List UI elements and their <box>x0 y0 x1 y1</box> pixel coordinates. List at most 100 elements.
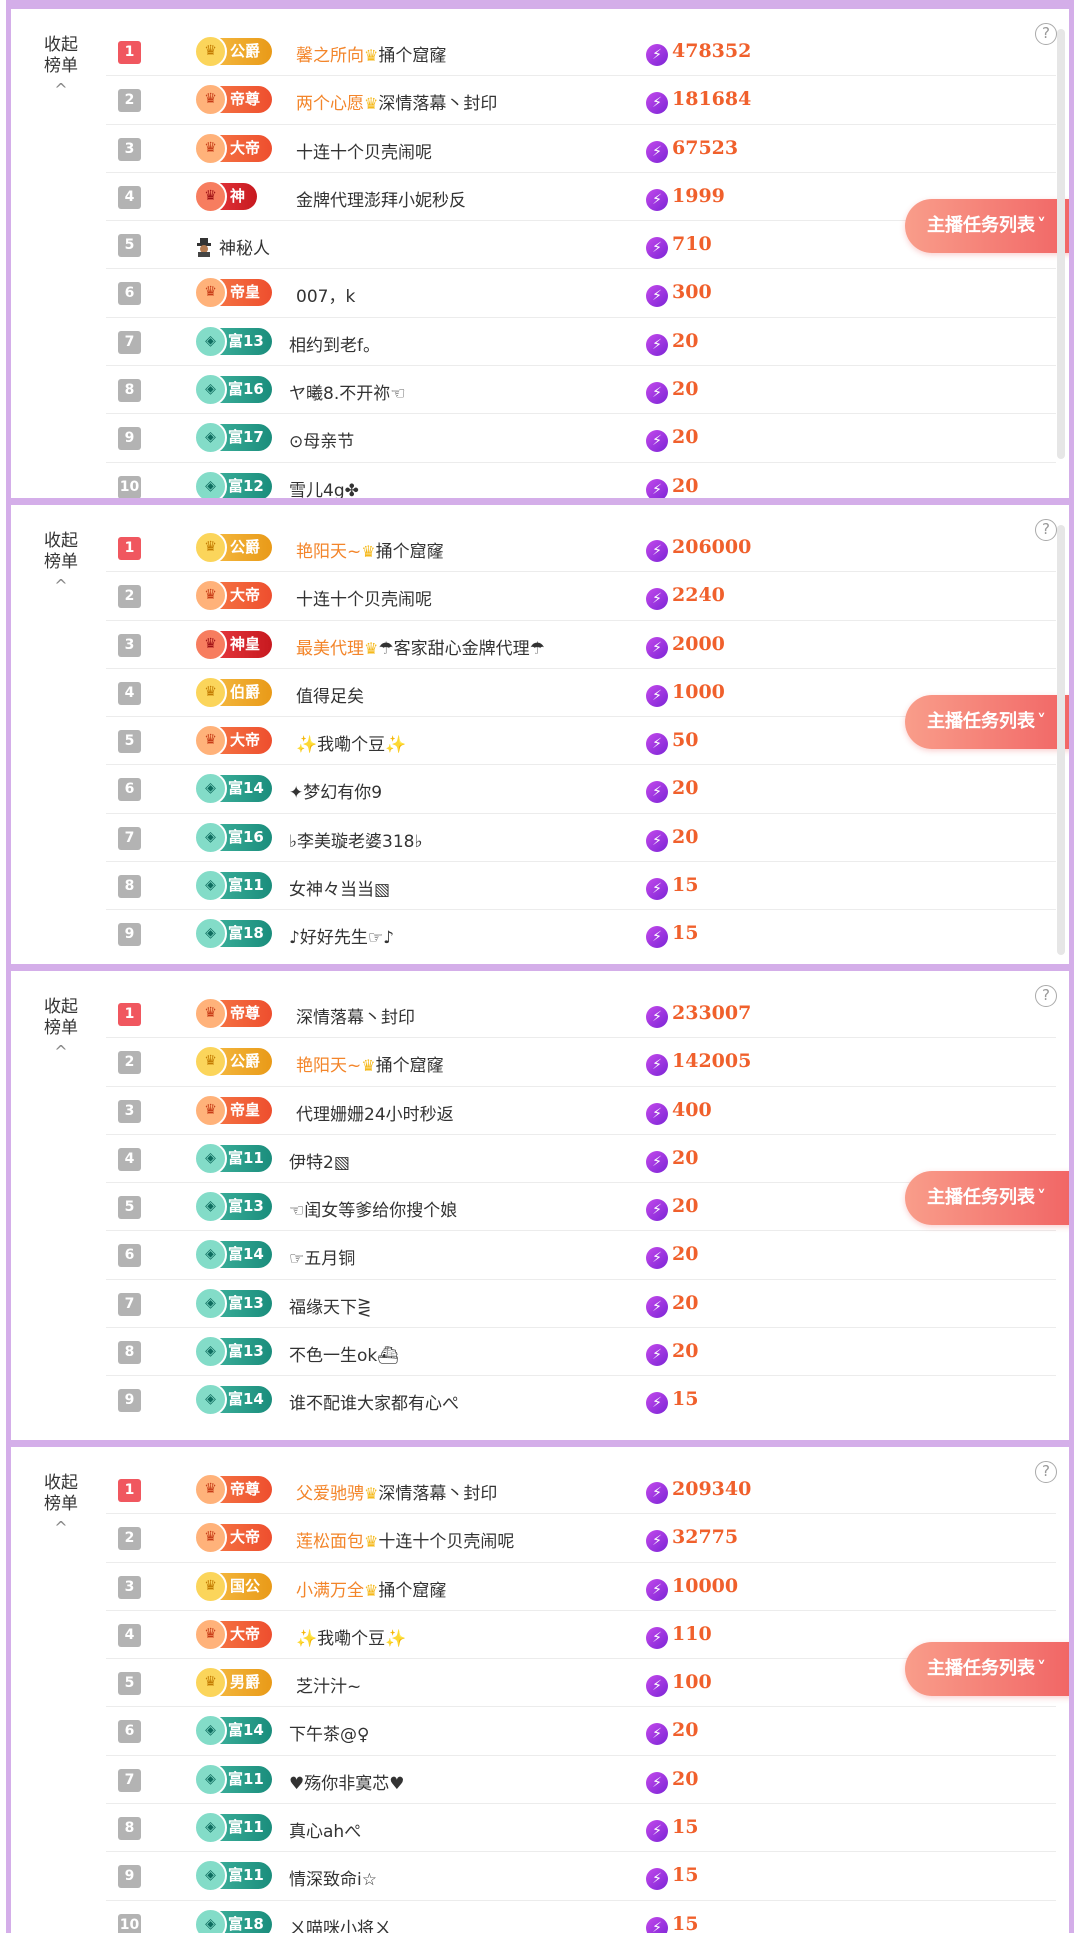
lightning-icon: ⚡ <box>646 188 668 211</box>
streamer-task-list-button[interactable]: 主播任务列表 ˅ <box>905 1171 1069 1225</box>
user-name-text: 十连十个贝壳闹呢 <box>296 590 432 611</box>
ranking-row[interactable]: 8 ◈ 富11 真心ahぺ ⚡ 15 <box>106 1804 1056 1853</box>
level-badge: ◈ 富11 <box>194 1859 272 1893</box>
badge-label: 富16 <box>228 380 264 399</box>
contribution-score: ⚡ 20 <box>646 1243 698 1270</box>
ranking-row[interactable]: 9 ◈ 富11 情深致命i☆ ⚡ 15 <box>106 1852 1056 1901</box>
collapse-leaderboard-button[interactable]: 收起 榜单 ^ <box>36 1473 86 1538</box>
ranking-row[interactable]: 2 ♛ 公爵 艳阳天~♛捅个窟窿 ⚡ 142005 <box>106 1038 1056 1087</box>
user-name-text: 福缘天下⋛ <box>289 1297 372 1318</box>
user-name: 谁不配谁大家都有心ぺ <box>289 1389 459 1414</box>
ranking-row[interactable]: 8 ◈ 富13 不色一生ok⛴ ⚡ 20 <box>106 1328 1056 1377</box>
lightning-icon: ⚡ <box>646 430 668 453</box>
wealth-medal-icon: ◈ <box>194 820 227 854</box>
ranking-row[interactable]: 9 ◈ 富14 谁不配谁大家都有心ぺ ⚡ 15 <box>106 1376 1056 1424</box>
contribution-score: ⚡ 110 <box>646 1623 712 1649</box>
ranking-row[interactable]: 6 ♛ 帝皇 007，k ⚡ 300 <box>106 269 1056 318</box>
scrollbar[interactable] <box>1057 525 1065 955</box>
level-badge: ♛ 帝尊 <box>194 1473 273 1506</box>
user-name: ヤ曦8.不开祢☜ <box>289 379 405 404</box>
ranking-row[interactable]: 1 ♛ 公爵 艳阳天~♛捅个窟窿 ⚡ 206000 <box>106 524 1056 573</box>
lightning-icon: ⚡ <box>646 478 668 500</box>
ranking-row[interactable]: 1 ♛ 帝尊 深情落幕丶封印 ⚡ 233007 <box>106 990 1056 1039</box>
lightning-icon: ⚡ <box>646 733 668 756</box>
ranking-row[interactable]: 2 ♛ 帝尊 两个心愿♛深情落幕丶封印 ⚡ 181684 <box>106 76 1056 125</box>
noble-medal-icon: ♛ <box>194 1045 227 1079</box>
ranking-row[interactable]: 3 ♛ 国公 小满万全♛捅个窟窿 ⚡ 10000 <box>106 1563 1056 1611</box>
wealth-medal-icon: ◈ <box>194 1383 227 1417</box>
user-name: 最美代理♛☂客家甜心金牌代理☂ <box>296 634 545 659</box>
rank-number: 6 <box>118 778 141 802</box>
badge-label: 富11 <box>228 1818 264 1837</box>
streamer-task-list-button[interactable]: 主播任务列表 ˅ <box>905 695 1069 749</box>
contribution-score: ⚡ 15 <box>646 1864 698 1891</box>
level-badge: ♛ 国公 <box>194 1569 273 1603</box>
user-name-text: 深情落幕丶封印 <box>378 94 498 115</box>
user-name-text: ☞五月铜 <box>289 1249 356 1270</box>
level-badge: ♛ 公爵 <box>194 1045 273 1079</box>
badge-label: 伯爵 <box>230 682 261 701</box>
ranking-row[interactable]: 7 ◈ 富13 相约到老f。 ⚡ 20 <box>106 318 1056 367</box>
collapse-leaderboard-button[interactable]: 收起 榜单 ^ <box>36 35 86 100</box>
contribution-score: ⚡ 142005 <box>646 1050 751 1077</box>
user-name-text: ✨我嘞个豆✨ <box>296 1628 407 1649</box>
contribution-score: ⚡ 100 <box>646 1671 712 1698</box>
ranking-row[interactable]: 8 ◈ 富11 女神々当当▧ ⚡ 15 <box>106 862 1056 911</box>
collapse-leaderboard-button[interactable]: 收起 榜单 ^ <box>36 997 86 1062</box>
user-name: 下午茶@♀ <box>289 1720 369 1745</box>
collapse-label: 榜单 <box>44 552 78 572</box>
score-value: 32775 <box>672 1526 739 1549</box>
wealth-medal-icon: ◈ <box>194 469 227 500</box>
ranking-row[interactable]: 2 ♛ 大帝 十连十个贝壳闹呢 ⚡ 2240 <box>106 572 1056 621</box>
collapse-leaderboard-button[interactable]: 收起 榜单 ^ <box>36 531 86 596</box>
level-badge: ♛ 大帝 <box>194 1521 273 1555</box>
ranking-row[interactable]: 7 ◈ 富16 ♭李美璇老婆318♭ ⚡ 20 <box>106 814 1056 863</box>
ranking-row[interactable]: 9 ◈ 富17 ⊙母亲节 ⚡ 20 <box>106 414 1056 463</box>
level-badge: ◈ 富11 <box>194 1141 272 1175</box>
user-name-text: 不色一生ok⛴ <box>289 1346 399 1367</box>
streamer-task-list-button[interactable]: 主播任务列表 ˅ <box>905 1642 1069 1696</box>
user-name: 馨之所向♛捅个窟窿 <box>296 41 446 66</box>
ranking-row[interactable]: 8 ◈ 富16 ヤ曦8.不开祢☜ ⚡ 20 <box>106 366 1056 415</box>
rank-number: 9 <box>118 427 141 451</box>
user-name: 父爱驰骋♛深情落幕丶封印 <box>296 1479 497 1504</box>
ranking-row[interactable]: 1 ♛ 帝尊 父爱驰骋♛深情落幕丶封印 ⚡ 209340 <box>106 1466 1056 1515</box>
scrollbar[interactable] <box>1057 29 1065 459</box>
wealth-medal-icon: ◈ <box>194 1859 227 1893</box>
ranking-row[interactable]: 6 ◈ 富14 ✦梦幻有你9 ⚡ 20 <box>106 765 1056 814</box>
ranking-row[interactable]: 2 ♛ 大帝 莲松面包♛十连十个贝壳闹呢 ⚡ 32775 <box>106 1514 1056 1563</box>
score-value: 50 <box>672 729 699 752</box>
ranking-row[interactable]: 7 ◈ 富11 ♥殇你非寞芯♥ ⚡ 20 <box>106 1756 1056 1805</box>
level-badge: ◈ 富13 <box>194 1335 272 1369</box>
ranking-row[interactable]: 6 ◈ 富14 ☞五月铜 ⚡ 20 <box>106 1231 1056 1280</box>
collapse-label: 榜单 <box>44 1018 78 1038</box>
badge-label: 富13 <box>228 1197 264 1216</box>
lightning-icon: ⚡ <box>646 1868 668 1891</box>
rank-number: 10 <box>118 475 141 499</box>
rank-number: 5 <box>118 1672 141 1696</box>
ranking-row[interactable]: 6 ◈ 富14 下午茶@♀ ⚡ 20 <box>106 1707 1056 1756</box>
ranking-row[interactable]: 3 ♛ 帝皇 代理姗姗24小时秒返 ⚡ 400 <box>106 1087 1056 1135</box>
collapse-label: 榜单 <box>44 56 78 76</box>
noble-medal-icon: ♛ <box>194 276 227 310</box>
rank-number: 8 <box>118 379 141 403</box>
chevron-down-icon: ˅ <box>1037 1658 1046 1679</box>
rank-number: 4 <box>118 185 141 209</box>
contribution-score: ⚡ 20 <box>646 330 698 356</box>
ranking-row[interactable]: 1 ♛ 公爵 馨之所向♛捅个窟窿 ⚡ 478352 <box>106 28 1056 77</box>
ranking-row[interactable]: 7 ◈ 富13 福缘天下⋛ ⚡ 20 <box>106 1280 1056 1329</box>
crown-icon: ♛ <box>364 94 379 114</box>
ranking-row[interactable]: 9 ◈ 富18 ♪好好先生☞♪ ⚡ 15 <box>106 910 1056 958</box>
ranking-row[interactable]: 10 ◈ 富12 雪儿4g✤ ⚡ 20 <box>106 463 1056 500</box>
score-value: 300 <box>672 281 712 304</box>
ranking-row[interactable]: 10 ◈ 富18 ㄨ喵咪小将ㄨ ⚡ 15 <box>106 1901 1056 1933</box>
user-name-text: 情深致命i☆ <box>289 1870 377 1891</box>
ranking-row[interactable]: 3 ♛ 神皇 最美代理♛☂客家甜心金牌代理☂ ⚡ 2000 <box>106 621 1056 669</box>
ranking-row[interactable]: 4 ◈ 富11 伊特2▧ ⚡ 20 <box>106 1135 1056 1184</box>
contribution-score: ⚡ 15 <box>646 1913 698 1933</box>
ranking-row[interactable]: 3 ♛ 大帝 十连十个贝壳闹呢 ⚡ 67523 <box>106 125 1056 173</box>
streamer-task-list-button[interactable]: 主播任务列表 ˅ <box>905 199 1069 253</box>
rank-number: 7 <box>118 1292 141 1316</box>
user-name-text: 捅个窟窿 <box>378 46 447 66</box>
user-name-text: 值得足矣 <box>296 686 364 707</box>
